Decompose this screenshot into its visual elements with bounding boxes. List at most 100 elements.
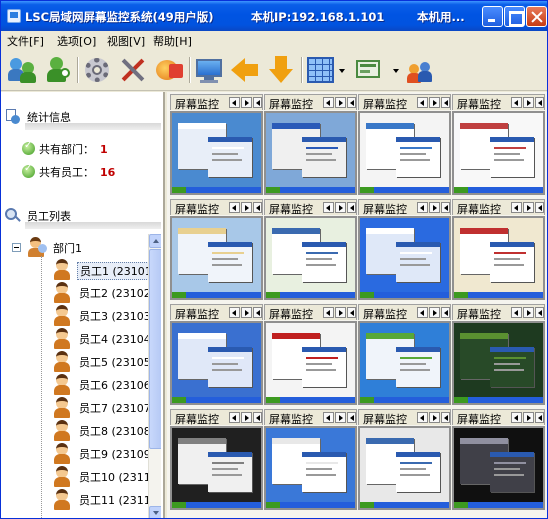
screen-cell[interactable]: 屏幕监控 [358, 407, 451, 511]
screen-cell[interactable]: 屏幕监控 [264, 407, 357, 511]
prev-icon[interactable] [511, 412, 522, 423]
screen-thumbnail[interactable] [170, 426, 263, 510]
screen-thumbnail[interactable] [452, 426, 545, 510]
employee-item[interactable]: 员工7 (23107) [51, 396, 155, 419]
next-icon[interactable] [241, 202, 252, 213]
menu-icon[interactable] [535, 202, 544, 213]
users-disconnect-icon[interactable] [42, 54, 74, 86]
screen-capture-dropdown-icon[interactable] [393, 69, 399, 73]
prev-icon[interactable] [323, 97, 334, 108]
screen-cell[interactable]: 屏幕监控 [452, 302, 545, 406]
department-label[interactable]: 部门1 [53, 240, 82, 256]
screen-thumbnail[interactable] [358, 426, 451, 510]
menu-icon[interactable] [441, 202, 450, 213]
menu-file[interactable]: 文件[F] [7, 33, 44, 49]
screen-thumbnail[interactable] [170, 216, 263, 300]
employee-item[interactable]: 员工1 (23101) [51, 258, 160, 281]
arrow-down-icon[interactable] [265, 54, 297, 86]
menu-icon[interactable] [347, 97, 356, 108]
prev-icon[interactable] [323, 202, 334, 213]
next-icon[interactable] [335, 97, 346, 108]
grid-layout-icon[interactable] [305, 54, 337, 86]
screen-thumbnail[interactable] [264, 111, 357, 195]
next-icon[interactable] [241, 97, 252, 108]
screen-cell[interactable]: 屏幕监控 [264, 197, 357, 301]
employee-item[interactable]: 员工6 (23106) [51, 373, 155, 396]
next-icon[interactable] [429, 97, 440, 108]
settings-gear-icon[interactable] [81, 54, 113, 86]
prev-icon[interactable] [417, 202, 428, 213]
scroll-thumb[interactable] [149, 249, 161, 449]
next-icon[interactable] [241, 307, 252, 318]
screen-cell[interactable]: 屏幕监控 [358, 302, 451, 406]
employee-item[interactable]: 员工2 (23102) [51, 281, 155, 304]
screen-thumbnail[interactable] [170, 321, 263, 405]
grid-layout-dropdown-icon[interactable] [339, 69, 345, 73]
people-icon[interactable] [405, 54, 437, 86]
menu-icon[interactable] [347, 412, 356, 423]
employee-item[interactable]: 员工8 (23108) [51, 419, 155, 442]
monitor-icon[interactable] [193, 54, 225, 86]
menu-help[interactable]: 帮助[H] [153, 33, 192, 49]
employee-item[interactable]: 员工3 (23103) [51, 304, 155, 327]
prev-icon[interactable] [417, 412, 428, 423]
next-icon[interactable] [523, 307, 534, 318]
minimize-button[interactable] [482, 6, 503, 27]
title-bar[interactable]: LSC局域网屏幕监控系统(49用户版) 本机IP:192.168.1.101 本… [1, 1, 547, 31]
prev-icon[interactable] [417, 97, 428, 108]
prev-icon[interactable] [417, 307, 428, 318]
next-icon[interactable] [429, 202, 440, 213]
prev-icon[interactable] [229, 202, 240, 213]
screen-thumbnail[interactable] [170, 111, 263, 195]
screen-cell[interactable]: 屏幕监控 [264, 92, 357, 196]
screen-thumbnail[interactable] [452, 321, 545, 405]
broadcast-icon[interactable] [153, 54, 185, 86]
menu-icon[interactable] [535, 97, 544, 108]
screen-cell[interactable]: 屏幕监控 [358, 197, 451, 301]
menu-icon[interactable] [441, 412, 450, 423]
screen-cell[interactable]: 屏幕监控 [358, 92, 451, 196]
screen-cell[interactable]: 屏幕监控 [170, 197, 263, 301]
menu-icon[interactable] [253, 202, 262, 213]
arrow-left-icon[interactable] [229, 54, 261, 86]
next-icon[interactable] [523, 202, 534, 213]
next-icon[interactable] [335, 412, 346, 423]
scroll-up-button[interactable] [149, 234, 161, 248]
menu-icon[interactable] [253, 97, 262, 108]
screen-cell[interactable]: 屏幕监控 [452, 92, 545, 196]
screen-thumbnail[interactable] [264, 321, 357, 405]
prev-icon[interactable] [323, 307, 334, 318]
menu-icon[interactable] [535, 412, 544, 423]
next-icon[interactable] [429, 412, 440, 423]
prev-icon[interactable] [229, 412, 240, 423]
menu-icon[interactable] [441, 307, 450, 318]
next-icon[interactable] [523, 97, 534, 108]
prev-icon[interactable] [229, 307, 240, 318]
prev-icon[interactable] [229, 97, 240, 108]
next-icon[interactable] [241, 412, 252, 423]
prev-icon[interactable] [511, 202, 522, 213]
employee-item[interactable]: 员工10 (23110 [51, 465, 158, 488]
next-icon[interactable] [429, 307, 440, 318]
employee-item[interactable]: 员工5 (23105) [51, 350, 155, 373]
menu-icon[interactable] [535, 307, 544, 318]
menu-view[interactable]: 视图[V] [107, 33, 145, 49]
employee-list-scrollbar[interactable] [148, 234, 161, 518]
menu-options[interactable]: 选项[O] [57, 33, 96, 49]
screen-cell[interactable]: 屏幕监控 [452, 197, 545, 301]
next-icon[interactable] [523, 412, 534, 423]
scroll-down-button[interactable] [149, 506, 161, 518]
screen-thumbnail[interactable] [452, 216, 545, 300]
screen-thumbnail[interactable] [264, 426, 357, 510]
next-icon[interactable] [335, 307, 346, 318]
maximize-button[interactable] [504, 6, 525, 27]
employee-item[interactable]: 员工11 (23111 [51, 488, 158, 511]
collapse-toggle[interactable] [12, 243, 21, 252]
menu-icon[interactable] [347, 202, 356, 213]
menu-icon[interactable] [347, 307, 356, 318]
employee-item[interactable]: 员工4 (23104) [51, 327, 155, 350]
screen-capture-icon[interactable] [353, 54, 385, 86]
screen-thumbnail[interactable] [358, 216, 451, 300]
menu-icon[interactable] [253, 307, 262, 318]
screen-cell[interactable]: 屏幕监控 [264, 302, 357, 406]
